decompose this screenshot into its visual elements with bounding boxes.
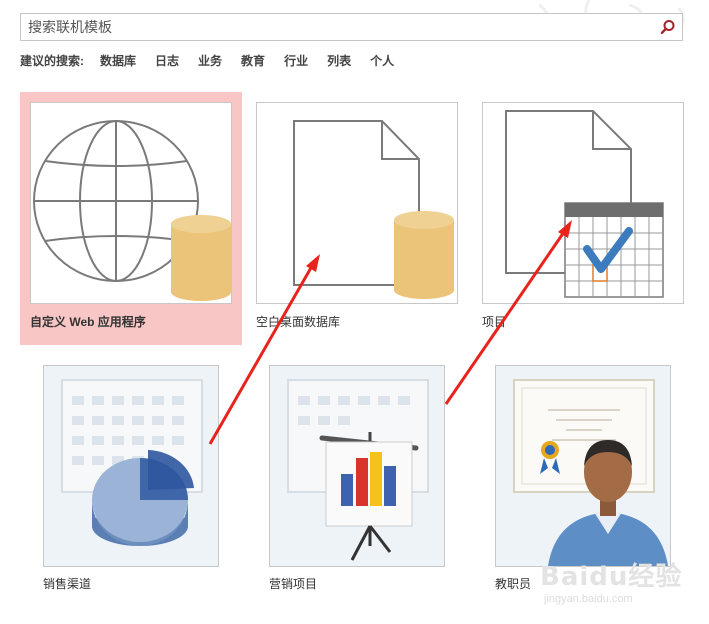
blank-document-database-icon xyxy=(293,120,454,299)
template-thumbnail xyxy=(30,102,232,304)
template-label: 项目 xyxy=(482,315,507,329)
staff-certificate-icon xyxy=(513,379,668,566)
template-thumbnail xyxy=(482,102,684,304)
template-label: 空白桌面数据库 xyxy=(256,315,341,329)
suggested-link-education[interactable]: 教育 xyxy=(241,52,265,69)
template-thumbnail xyxy=(269,365,445,567)
watermark-url: jingyan.baidu.com xyxy=(544,593,633,605)
watermark: Baidu经验 jingyan.baidu.com xyxy=(540,556,700,618)
search-input[interactable]: 搜索联机模板 xyxy=(20,13,683,41)
suggested-link-personal[interactable]: 个人 xyxy=(370,52,394,69)
template-marketing-project[interactable]: 营销项目 xyxy=(259,356,455,596)
template-thumbnail xyxy=(256,102,458,304)
globe-database-icon xyxy=(33,120,231,301)
template-blank-desktop-database[interactable]: 空白桌面数据库 xyxy=(246,92,468,345)
template-thumbnail xyxy=(43,365,219,567)
suggested-link-industry[interactable]: 行业 xyxy=(284,52,308,69)
template-sales-pipeline[interactable]: 销售渠道 xyxy=(33,356,229,596)
suggested-link-list[interactable]: 列表 xyxy=(327,52,351,69)
template-project[interactable]: 项目 xyxy=(472,92,694,345)
suggested-link-business[interactable]: 业务 xyxy=(198,52,222,69)
bar-chart-easel-icon xyxy=(287,379,429,561)
search-placeholder: 搜索联机模板 xyxy=(28,19,112,35)
search-button[interactable] xyxy=(654,14,682,40)
template-label: 营销项目 xyxy=(269,577,318,591)
template-label: 自定义 Web 应用程序 xyxy=(30,315,146,329)
template-label: 教职员 xyxy=(495,577,532,591)
template-label: 销售渠道 xyxy=(43,577,92,591)
suggested-searches-label: 建议的搜索: xyxy=(20,53,84,68)
template-thumbnail xyxy=(495,365,671,567)
watermark-logo-text: Baidu经验 xyxy=(540,562,683,592)
suggested-link-journal[interactable]: 日志 xyxy=(155,52,179,69)
pie-chart-calendar-icon xyxy=(61,379,203,546)
suggested-link-database[interactable]: 数据库 xyxy=(100,52,136,69)
search-icon xyxy=(660,20,675,35)
document-calendar-check-icon xyxy=(505,110,664,298)
suggested-searches: 建议的搜索: 数据库 日志 业务 教育 行业 列表 个人 xyxy=(20,51,413,69)
template-custom-web-app[interactable]: 自定义 Web 应用程序 xyxy=(20,92,242,345)
